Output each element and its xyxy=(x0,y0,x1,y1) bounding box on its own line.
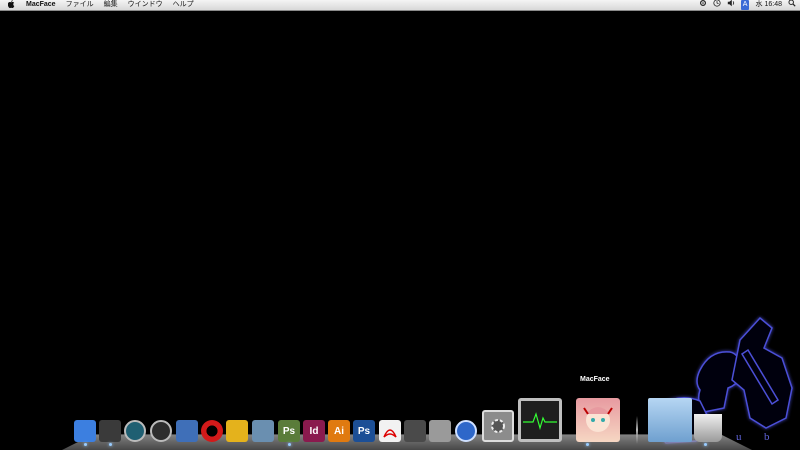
face-drawing xyxy=(583,407,613,432)
app-menu[interactable]: MacFace xyxy=(26,0,56,10)
input-method-badge[interactable]: A xyxy=(740,0,750,10)
gear-shape xyxy=(491,419,505,433)
dock: Ps Id Ai Ps xyxy=(66,386,756,446)
macface-icon[interactable] xyxy=(576,398,620,442)
opera-icon[interactable] xyxy=(201,420,223,442)
apple-menu-icon[interactable] xyxy=(6,0,16,11)
status-area: A 水 16:48 xyxy=(693,0,796,10)
dock-icon-label: Ps xyxy=(282,425,296,437)
time-machine-icon[interactable] xyxy=(124,420,146,442)
photoshop-icon[interactable]: Ps xyxy=(353,420,375,442)
bridge-ps-icon[interactable]: Ps xyxy=(278,420,300,442)
menu-window[interactable]: ウインドウ xyxy=(128,0,163,10)
system-preferences-icon[interactable] xyxy=(482,410,514,442)
menu-edit[interactable]: 編集 xyxy=(104,0,118,10)
running-indicator xyxy=(84,443,87,446)
home-icon[interactable] xyxy=(455,420,477,442)
wallpaper-glyph: b xyxy=(764,431,770,443)
applescript-icon[interactable] xyxy=(252,420,274,442)
desktop[interactable]: t u b xyxy=(0,11,800,450)
trash-icon[interactable] xyxy=(694,414,722,442)
dashboard-icon[interactable] xyxy=(99,420,121,442)
menu-bar: MacFace ファイル 編集 ウインドウ ヘルプ A 水 16:48 xyxy=(0,0,800,11)
spotlight-search-icon[interactable] xyxy=(788,0,796,11)
speedometer-icon[interactable] xyxy=(150,420,172,442)
clock-time[interactable]: 16:48 xyxy=(764,0,782,10)
dock-hover-label: MacFace xyxy=(580,376,610,383)
heartbeat-graph xyxy=(523,412,557,430)
menu-help[interactable]: ヘルプ xyxy=(173,0,194,10)
acrobat-swirl xyxy=(383,429,397,438)
running-indicator xyxy=(288,443,291,446)
acrobat-icon[interactable] xyxy=(404,420,426,442)
illustrator-icon[interactable]: Ai xyxy=(328,420,350,442)
activity-monitor-icon[interactable] xyxy=(518,398,562,442)
indesign-icon[interactable]: Id xyxy=(303,420,325,442)
dock-separator xyxy=(636,416,638,444)
acrobat-reader-icon[interactable] xyxy=(379,420,401,442)
dock-icon-label: Id xyxy=(309,425,319,437)
preview-icon[interactable] xyxy=(176,420,198,442)
dock-icon-label: Ai xyxy=(334,425,344,437)
time-machine-icon[interactable] xyxy=(713,0,721,11)
script-editor-icon[interactable] xyxy=(429,420,451,442)
gear-icon[interactable] xyxy=(699,0,707,11)
dock-icon-label: Ps xyxy=(357,425,371,437)
finder-icon[interactable] xyxy=(74,420,96,442)
running-indicator xyxy=(704,443,707,446)
volume-icon[interactable] xyxy=(727,0,735,11)
folder-icon[interactable] xyxy=(648,398,692,442)
running-indicator xyxy=(109,443,112,446)
cyberduck-icon[interactable] xyxy=(226,420,248,442)
menu-file[interactable]: ファイル xyxy=(66,0,94,10)
clock-day[interactable]: 水 xyxy=(755,0,762,10)
running-indicator xyxy=(586,443,589,446)
